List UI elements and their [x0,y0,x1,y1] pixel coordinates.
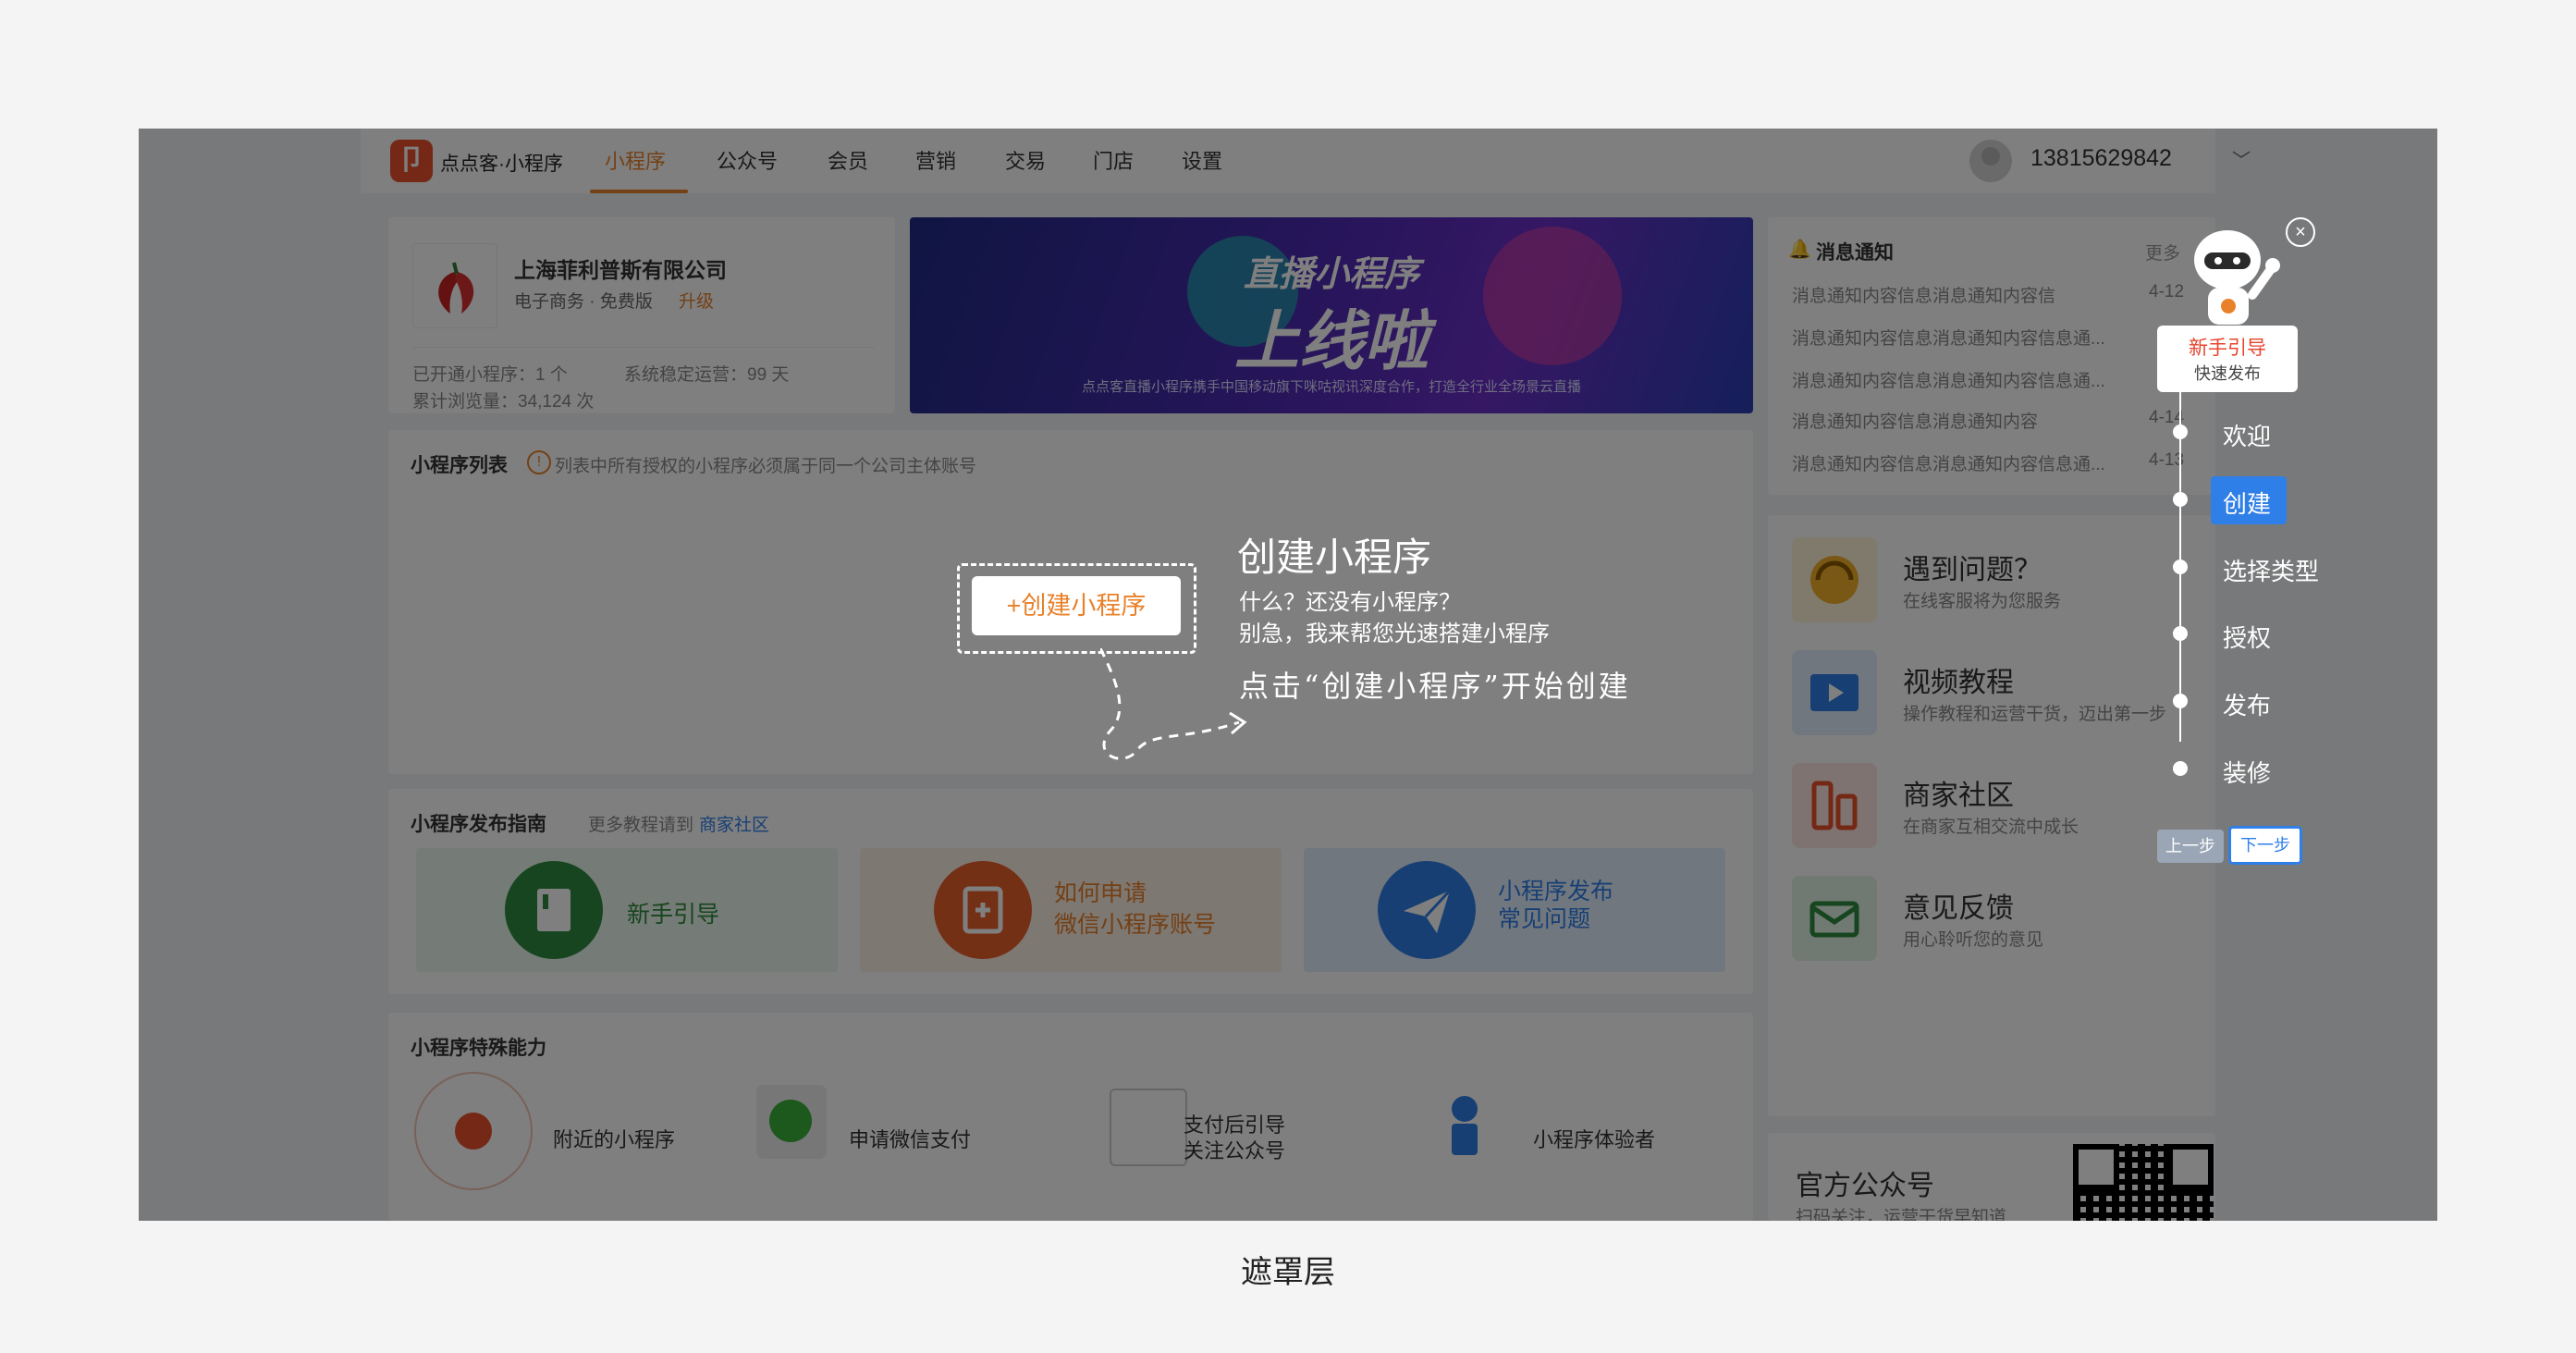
step-create[interactable]: 创建 [2223,486,2271,520]
previous-step-button[interactable]: 上一步 [2157,830,2224,863]
next-step-button[interactable]: 下一步 [2228,826,2302,865]
create-handwritten-hint: 点击“创建小程序”开始创建 [1239,669,1631,704]
step-dot [2173,694,2188,708]
guide-title-card: 新手引导 快速发布 [2157,326,2298,392]
step-dot [2173,560,2188,574]
guide-card-title: 新手引导 [2189,338,2266,359]
step-dot [2173,492,2188,507]
create-miniprogram-button[interactable]: +创建小程序 [972,576,1181,635]
step-decorate[interactable]: 装修 [2223,755,2271,789]
close-guide-icon[interactable]: × [2286,217,2315,247]
guide-card-subtitle: 快速发布 [2194,364,2261,383]
step-welcome[interactable]: 欢迎 [2223,418,2271,452]
create-line-2: 别急，我来帮您光速搭建小程序 [1239,621,1550,646]
screenshot-frame: 卩 点点客·小程序 小程序 公众号 会员 营销 交易 门店 设置 1381562… [139,129,2437,1221]
create-title: 创建小程序 [1237,535,1432,579]
figure-caption: 遮罩层 [1241,1255,1335,1290]
step-dot [2173,761,2188,776]
create-line-1: 什么？还没有小程序？ [1239,590,1461,615]
step-select-type[interactable]: 选择类型 [2223,553,2319,587]
robot-icon [2194,230,2280,325]
step-dot [2173,424,2188,439]
step-publish[interactable]: 发布 [2223,687,2271,721]
step-authorize[interactable]: 授权 [2223,620,2271,654]
step-dot [2173,626,2188,641]
